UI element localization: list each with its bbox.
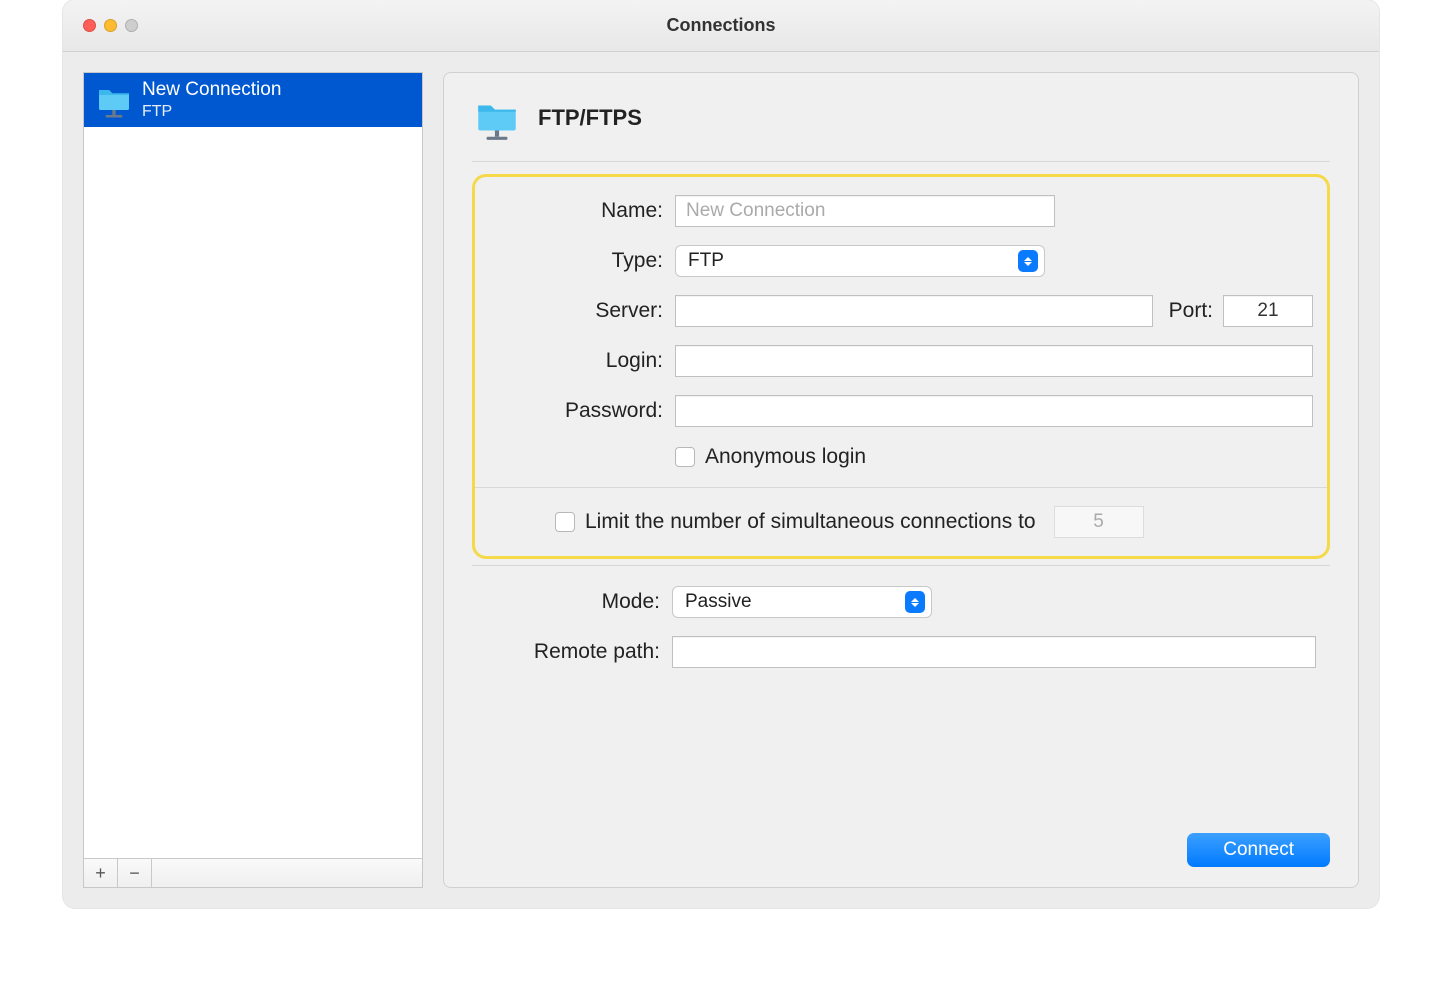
plus-icon: + xyxy=(95,863,106,884)
window-title: Connections xyxy=(666,15,775,36)
name-row: Name: xyxy=(475,195,1313,227)
server-row: Server: Port: xyxy=(475,295,1313,327)
network-folder-icon xyxy=(472,93,522,143)
server-label: Server: xyxy=(475,299,675,323)
panel-footer: Connect xyxy=(472,817,1330,867)
type-row: Type: FTP xyxy=(475,245,1313,277)
type-label: Type: xyxy=(475,249,675,273)
limit-row: Limit the number of simultaneous connect… xyxy=(475,506,1313,538)
name-input[interactable] xyxy=(675,195,1055,227)
mode-selected-value: Passive xyxy=(685,591,752,613)
sidebar-footer-spacer xyxy=(152,859,422,887)
limit-value-input xyxy=(1054,506,1144,538)
sidebar: New Connection FTP + − xyxy=(63,72,423,888)
chevron-up-down-icon xyxy=(905,591,925,613)
connections-window: Connections New Connection F xyxy=(63,0,1379,908)
minus-icon: − xyxy=(129,863,140,884)
network-folder-icon xyxy=(94,80,134,120)
remote-path-row: Remote path: xyxy=(472,636,1316,668)
port-label: Port: xyxy=(1169,299,1213,323)
remove-connection-button[interactable]: − xyxy=(118,859,152,887)
detail-panel: FTP/FTPS Name: Type: FTP Server: xyxy=(443,72,1359,888)
remote-path-label: Remote path: xyxy=(472,640,672,664)
connection-item-subtitle: FTP xyxy=(142,102,281,121)
sidebar-footer: + − xyxy=(83,858,423,888)
remote-path-input[interactable] xyxy=(672,636,1316,668)
close-window-button[interactable] xyxy=(83,19,96,32)
connection-list[interactable]: New Connection FTP xyxy=(83,72,423,858)
port-input[interactable] xyxy=(1223,295,1313,327)
mode-select[interactable]: Passive xyxy=(672,586,932,618)
server-input[interactable] xyxy=(675,295,1153,327)
panel-title: FTP/FTPS xyxy=(538,105,642,131)
maximize-window-button xyxy=(125,19,138,32)
mode-row: Mode: Passive xyxy=(472,586,1316,618)
password-input[interactable] xyxy=(675,395,1313,427)
password-label: Password: xyxy=(475,399,675,423)
limit-label: Limit the number of simultaneous connect… xyxy=(585,510,1036,534)
password-row: Password: xyxy=(475,395,1313,427)
anonymous-row: Anonymous login xyxy=(475,445,1313,469)
chevron-up-down-icon xyxy=(1018,250,1038,272)
window-body: New Connection FTP + − xyxy=(63,52,1379,908)
type-select[interactable]: FTP xyxy=(675,245,1045,277)
connect-button[interactable]: Connect xyxy=(1187,833,1330,867)
add-connection-button[interactable]: + xyxy=(84,859,118,887)
connection-list-item[interactable]: New Connection FTP xyxy=(84,73,422,127)
panel-header: FTP/FTPS xyxy=(472,93,1330,162)
anonymous-label: Anonymous login xyxy=(705,445,866,469)
login-label: Login: xyxy=(475,349,675,373)
highlighted-settings-box: Name: Type: FTP Server: Port: xyxy=(472,174,1330,559)
connection-item-title: New Connection xyxy=(142,79,281,102)
name-label: Name: xyxy=(475,199,675,223)
login-input[interactable] xyxy=(675,345,1313,377)
titlebar: Connections xyxy=(63,0,1379,52)
minimize-window-button[interactable] xyxy=(104,19,117,32)
divider xyxy=(475,487,1327,488)
anonymous-checkbox[interactable] xyxy=(675,447,695,467)
mode-label: Mode: xyxy=(472,590,672,614)
type-selected-value: FTP xyxy=(688,250,724,272)
limit-connections-checkbox[interactable] xyxy=(555,512,575,532)
traffic-lights xyxy=(63,19,138,32)
additional-settings: Mode: Passive Remote path: xyxy=(472,566,1330,668)
login-row: Login: xyxy=(475,345,1313,377)
